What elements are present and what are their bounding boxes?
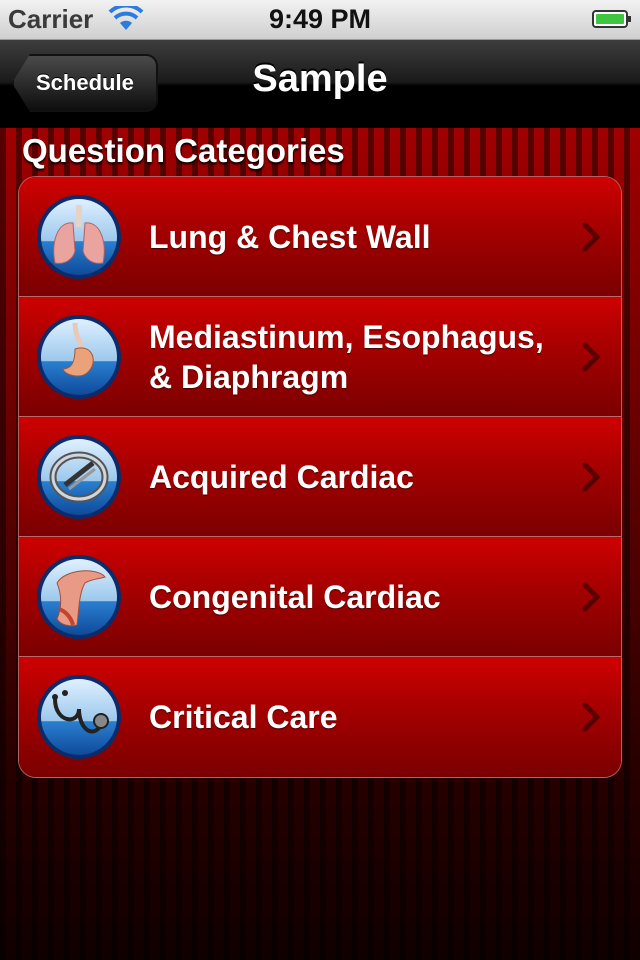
category-row-acquired-cardiac[interactable]: Acquired Cardiac <box>19 417 621 537</box>
chevron-right-icon <box>582 342 601 372</box>
category-label: Acquired Cardiac <box>149 459 414 495</box>
content-area: Question Categories Lung & Chest Wall Me… <box>0 128 640 960</box>
category-row-critical-care[interactable]: Critical Care <box>19 657 621 777</box>
status-bar: Carrier 9:49 PM <box>0 0 640 40</box>
stomach-icon <box>37 315 121 399</box>
category-label: Critical Care <box>149 699 338 735</box>
category-row-lung[interactable]: Lung & Chest Wall <box>19 177 621 297</box>
heart-valve-icon <box>37 435 121 519</box>
category-label: Mediastinum, Esophagus, & Diaphragm <box>149 319 544 395</box>
category-row-mediastinum[interactable]: Mediastinum, Esophagus, & Diaphragm <box>19 297 621 417</box>
stethoscope-icon <box>37 675 121 759</box>
category-list: Lung & Chest Wall Mediastinum, Esophagus… <box>18 176 622 778</box>
page-title: Sample <box>252 58 388 100</box>
chevron-right-icon <box>582 462 601 492</box>
battery-icon <box>592 10 631 28</box>
category-row-congenital-cardiac[interactable]: Congenital Cardiac <box>19 537 621 657</box>
category-label: Congenital Cardiac <box>149 579 441 615</box>
aorta-icon <box>37 555 121 639</box>
clock: 9:49 PM <box>268 4 372 34</box>
lungs-icon <box>37 195 121 279</box>
category-label: Lung & Chest Wall <box>149 219 431 255</box>
section-title: Question Categories <box>22 132 345 169</box>
chevron-right-icon <box>582 702 601 732</box>
chevron-right-icon <box>582 582 601 612</box>
navigation-bar: Schedule Sample <box>0 40 640 128</box>
chevron-right-icon <box>582 222 601 252</box>
